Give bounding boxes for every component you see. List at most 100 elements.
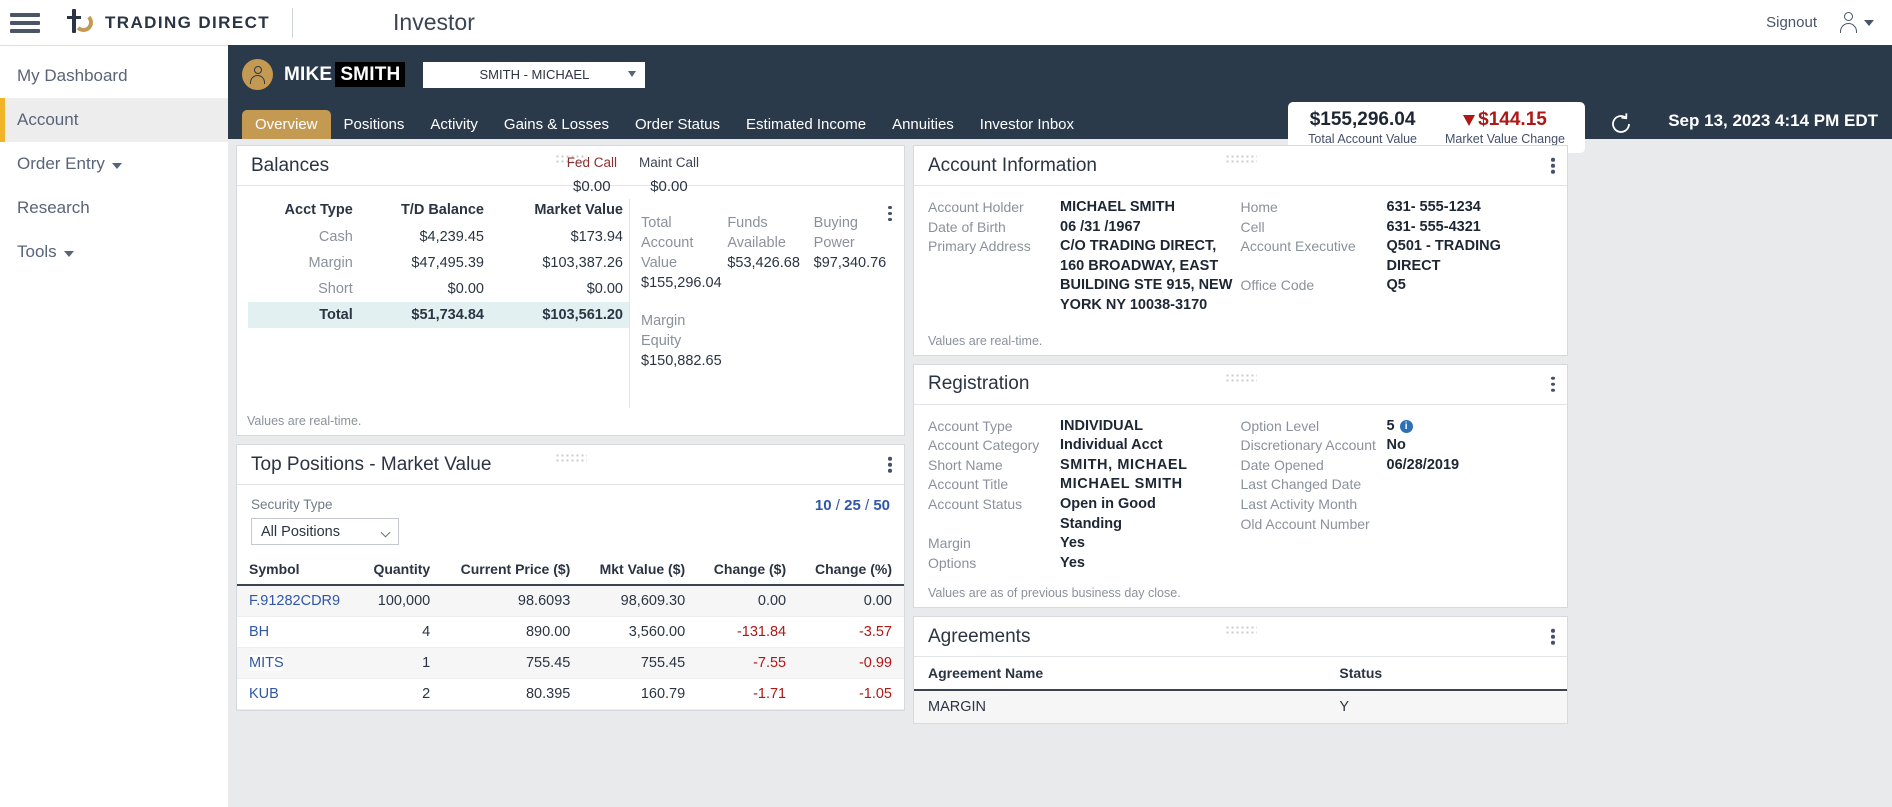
cell-change-dollar: -1.71: [697, 678, 799, 710]
refresh-icon[interactable]: [1608, 111, 1634, 137]
label-last-changed-date: Last Changed Date: [1240, 476, 1362, 493]
tab-label: Overview: [255, 116, 318, 133]
sidebar-item-tools[interactable]: Tools: [0, 230, 228, 274]
cell-quantity: 2: [357, 678, 443, 710]
page-size-25[interactable]: 25: [844, 497, 861, 514]
chevron-down-icon: [628, 70, 637, 77]
tab-activity[interactable]: Activity: [417, 110, 491, 139]
col-quantity[interactable]: Quantity: [357, 555, 443, 586]
cell-current-price: 755.45: [442, 647, 583, 679]
key-column: Account Holder Date of Birth Primary Add…: [928, 198, 1060, 316]
drag-handle-icon[interactable]: [554, 453, 587, 463]
col-current-price[interactable]: Current Price ($): [442, 555, 583, 586]
security-type-select[interactable]: All Positions: [251, 518, 399, 545]
top-positions-card-header: Top Positions - Market Value: [237, 445, 904, 485]
chevron-down-icon: [63, 250, 74, 257]
col-market-value: Market Value: [534, 202, 623, 218]
value-office-code: Q5: [1386, 277, 1406, 294]
page-size-50[interactable]: 50: [873, 497, 890, 514]
value-margin: Yes: [1060, 535, 1085, 552]
col-acct-type: Acct Type: [284, 202, 353, 218]
agreements-options-button[interactable]: [1551, 627, 1555, 648]
cell-change-dollar: 0.00: [697, 585, 799, 617]
table-row[interactable]: F.91282CDR9 100,000 98.6093 98,609.30 0.…: [237, 585, 904, 617]
balances-metrics-row: Total Account Value $155,296.04 Funds Av…: [641, 213, 896, 293]
tab-overview[interactable]: Overview: [242, 110, 331, 139]
label-option-level: Option Level: [1240, 417, 1320, 434]
chevron-down-icon: [1864, 19, 1874, 26]
sidebar-item-order-entry[interactable]: Order Entry: [0, 142, 228, 186]
drag-handle-icon[interactable]: [1224, 154, 1257, 164]
balances-card: Balances Fed Call $0.00 Maint Call $0.00: [236, 145, 905, 436]
sidebar-item-my-dashboard[interactable]: My Dashboard: [0, 54, 228, 98]
label-home-phone: Home: [1240, 199, 1278, 215]
account-information-options-button[interactable]: [1551, 155, 1555, 176]
tab-annuities[interactable]: Annuities: [879, 110, 967, 139]
label-date-of-birth: Date of Birth: [928, 218, 1006, 235]
col-change-pct[interactable]: Change (%): [798, 555, 904, 586]
value-date-of-birth: 06 /31 /1967: [1060, 218, 1141, 235]
user-menu-button[interactable]: [1839, 12, 1874, 33]
label-account-category: Account Category: [928, 437, 1040, 454]
cell-symbol[interactable]: KUB: [237, 678, 358, 710]
account-selector-dropdown[interactable]: SMITH - MICHAEL: [423, 61, 646, 88]
account-header-bar: MIKE SMITH SMITH - MICHAEL $155,296.04 To…: [228, 45, 1892, 153]
cell-acct-type: Total: [248, 302, 359, 328]
col-change-dollar[interactable]: Change ($): [697, 555, 799, 586]
registration-left: Account Type Account Category Short Name…: [928, 417, 1241, 574]
top-positions-options-button[interactable]: [888, 454, 892, 475]
tab-order-status[interactable]: Order Status: [622, 110, 733, 139]
cell-agreement-name: MARGIN: [914, 690, 1326, 724]
col-status[interactable]: Status: [1325, 657, 1567, 692]
tab-estimated-income[interactable]: Estimated Income: [733, 110, 879, 139]
brand-logo-group[interactable]: TRADING DIRECT: [66, 8, 270, 38]
cell-market-value: $103,561.20: [489, 302, 629, 328]
label-primary-address: Primary Address: [928, 238, 1031, 255]
cell-change-dollar: -131.84: [697, 616, 799, 648]
sidebar-item-label: Account: [17, 110, 79, 129]
market-value-change-label: Market Value Change: [1445, 132, 1565, 146]
cell-change-pct: -0.99: [798, 647, 904, 679]
col-mkt-value[interactable]: Mkt Value ($): [582, 555, 698, 586]
cell-symbol[interactable]: F.91282CDR9: [237, 585, 358, 617]
cell-market-value: $173.94: [570, 229, 623, 245]
page-size-10[interactable]: 10: [815, 497, 832, 514]
sidebar-item-research[interactable]: Research: [0, 186, 228, 230]
key-column: Option Level Discretionary Account Date …: [1241, 417, 1387, 574]
security-type-label: Security Type: [251, 497, 333, 512]
avatar: [242, 59, 273, 90]
drag-handle-icon[interactable]: [1224, 372, 1257, 383]
buying-power-metric: Buying Power $97,340.76: [814, 213, 896, 293]
value-column: INDIVIDUAL Individual Acct SMITH, MICHAE…: [1060, 417, 1241, 574]
option-level-text: 5: [1386, 417, 1395, 434]
chevron-down-icon: [111, 162, 122, 169]
table-row[interactable]: KUB 2 80.395 160.79 -1.71 -1.05: [237, 678, 904, 710]
col-symbol[interactable]: Symbol: [237, 555, 358, 586]
cell-symbol[interactable]: MITS: [237, 647, 358, 679]
col-agreement-name[interactable]: Agreement Name: [914, 657, 1326, 692]
table-row[interactable]: MITS 1 755.45 755.45 -7.55 -0.99: [237, 647, 904, 679]
cell-change-pct: -3.57: [798, 616, 904, 648]
cell-quantity: 100,000: [357, 585, 443, 617]
signout-link[interactable]: Signout: [1766, 14, 1817, 31]
label-account-executive: Account Executive: [1240, 238, 1356, 255]
positions-filter-bar: Security Type All Positions 10 / 25 / 50: [237, 485, 904, 545]
separator: /: [831, 497, 845, 514]
cell-mkt-value: 160.79: [582, 678, 698, 710]
registration-options-button[interactable]: [1551, 374, 1555, 395]
tab-gains-losses[interactable]: Gains & Losses: [491, 110, 622, 139]
table-row[interactable]: BH 4 890.00 3,560.00 -131.84 -3.57: [237, 616, 904, 648]
cell-market-value: $103,387.26: [542, 255, 623, 271]
cell-symbol[interactable]: BH: [237, 616, 358, 648]
table-row-total: Total $51,734.84 $103,561.20: [248, 302, 629, 328]
info-icon[interactable]: i: [1399, 419, 1413, 433]
margin-equity-metric: Margin Equity $150,882.65: [641, 311, 896, 371]
drag-handle-icon[interactable]: [1224, 625, 1257, 636]
tab-positions[interactable]: Positions: [331, 110, 418, 139]
tab-investor-inbox[interactable]: Investor Inbox: [967, 110, 1087, 139]
sidebar-item-account[interactable]: Account: [0, 98, 228, 142]
top-bar-right: Signout: [1766, 0, 1874, 45]
menu-icon[interactable]: [10, 9, 40, 37]
balances-options-button[interactable]: [888, 203, 892, 224]
registration-card: Registration Account Type Account Catego…: [913, 363, 1568, 609]
